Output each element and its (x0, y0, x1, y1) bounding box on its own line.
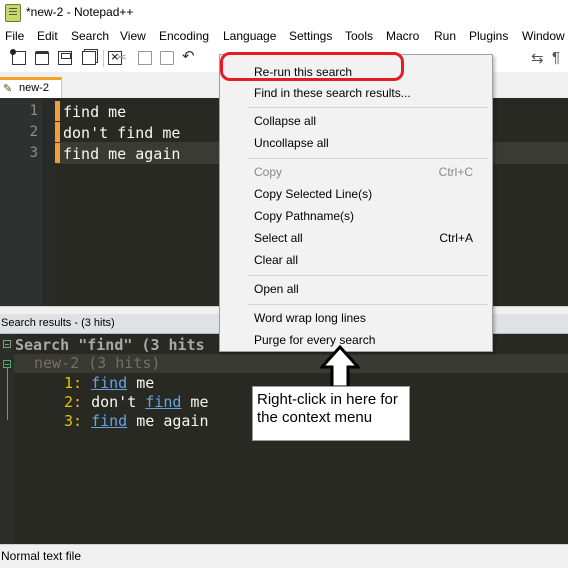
context-menu: Re-run this search Find in these search … (219, 54, 493, 352)
menu-item-word-wrap[interactable]: Word wrap long lines (254, 311, 366, 325)
result-text: me (127, 374, 155, 392)
line-number: 2 (29, 124, 38, 140)
save-icon[interactable] (58, 51, 72, 65)
file-header-line[interactable]: new-2 (3 hits) (34, 354, 160, 372)
result-line[interactable]: 1: find me (64, 374, 154, 392)
result-line-number: 2: (64, 393, 83, 411)
toolbar-separator (103, 50, 104, 67)
menu-edit[interactable]: Edit (37, 29, 58, 43)
paste-icon[interactable] (160, 51, 174, 65)
result-match: find (91, 412, 128, 430)
menu-item-copy[interactable]: Copy (254, 165, 282, 179)
find-icon[interactable]: ⇆ (531, 49, 544, 67)
fold-margin (42, 98, 56, 306)
title-bar: *new-2 - Notepad++ (0, 0, 568, 26)
menu-item-copy-selected-lines[interactable]: Copy Selected Line(s) (254, 187, 372, 201)
code-line[interactable]: don't find me (63, 124, 180, 142)
shortcut-copy: Ctrl+C (438, 165, 473, 179)
result-text: me (181, 393, 209, 411)
menu-separator (248, 158, 488, 159)
menu-plugins[interactable]: Plugins (469, 29, 508, 43)
menu-separator (248, 107, 488, 108)
menu-item-clear-all[interactable]: Clear all (254, 253, 298, 267)
shortcut-select-all: Ctrl+A (439, 231, 473, 245)
window-title: *new-2 - Notepad++ (26, 5, 134, 19)
undo-icon[interactable]: ↶ (182, 47, 196, 65)
code-line[interactable]: find me (63, 103, 126, 121)
menu-bar: File Edit Search View Encoding Language … (0, 26, 568, 46)
up-arrow-icon (320, 345, 360, 389)
collapse-file-icon[interactable] (3, 360, 11, 368)
result-match: find (145, 393, 182, 411)
highlight-oval (220, 52, 404, 81)
line-number: 1 (29, 103, 38, 119)
menu-encoding[interactable]: Encoding (159, 29, 209, 43)
collapse-search-icon[interactable] (3, 340, 11, 348)
line-number: 3 (29, 145, 38, 161)
search-header-line[interactable]: Search "find" (3 hits (15, 336, 205, 354)
change-marker (55, 143, 60, 163)
result-line-number: 1: (64, 374, 83, 392)
menu-item-uncollapse-all[interactable]: Uncollapse all (254, 136, 329, 150)
cut-icon[interactable]: ✂ (114, 49, 128, 65)
annotation-text: Right-click in here for the context menu (257, 391, 398, 426)
annotation-callout: Right-click in here for the context menu (252, 386, 410, 441)
menu-file[interactable]: File (5, 29, 24, 43)
pilcrow-icon[interactable]: ¶ (552, 49, 560, 66)
tab-new-2[interactable]: ✎ new-2 (0, 77, 62, 98)
result-line[interactable]: 2: don't find me (64, 393, 209, 411)
result-text: me again (127, 412, 209, 430)
copy-icon[interactable] (138, 51, 152, 65)
menu-item-copy-pathnames[interactable]: Copy Pathname(s) (254, 209, 354, 223)
menu-item-collapse-all[interactable]: Collapse all (254, 114, 316, 128)
change-marker (55, 101, 60, 121)
menu-window[interactable]: Window (522, 29, 565, 43)
menu-tools[interactable]: Tools (345, 29, 373, 43)
change-marker (55, 122, 60, 142)
result-line[interactable]: 3: find me again (64, 412, 209, 430)
menu-language[interactable]: Language (223, 29, 276, 43)
save-all-icon[interactable] (82, 51, 96, 65)
menu-macro[interactable]: Macro (386, 29, 419, 43)
menu-item-open-all[interactable]: Open all (254, 282, 299, 296)
menu-item-select-all[interactable]: Select all (254, 231, 303, 245)
menu-settings[interactable]: Settings (289, 29, 332, 43)
result-match: find (91, 374, 128, 392)
menu-search[interactable]: Search (71, 29, 109, 43)
result-text: don't (91, 393, 146, 411)
status-text: Normal text file (1, 549, 82, 563)
code-line[interactable]: find me again (63, 145, 180, 163)
status-bar: Normal text file (0, 544, 568, 568)
menu-run[interactable]: Run (434, 29, 456, 43)
result-line-number: 3: (64, 412, 83, 430)
open-file-icon[interactable] (35, 51, 49, 65)
fold-line (7, 368, 8, 420)
pencil-icon: ✎ (3, 83, 13, 95)
menu-view[interactable]: View (120, 29, 146, 43)
menu-separator (248, 304, 488, 305)
menu-item-find-in-results[interactable]: Find in these search results... (254, 86, 411, 100)
notepad-app-icon (5, 4, 21, 22)
menu-separator (248, 275, 488, 276)
new-file-icon[interactable] (10, 49, 26, 65)
tab-label: new-2 (19, 82, 49, 94)
